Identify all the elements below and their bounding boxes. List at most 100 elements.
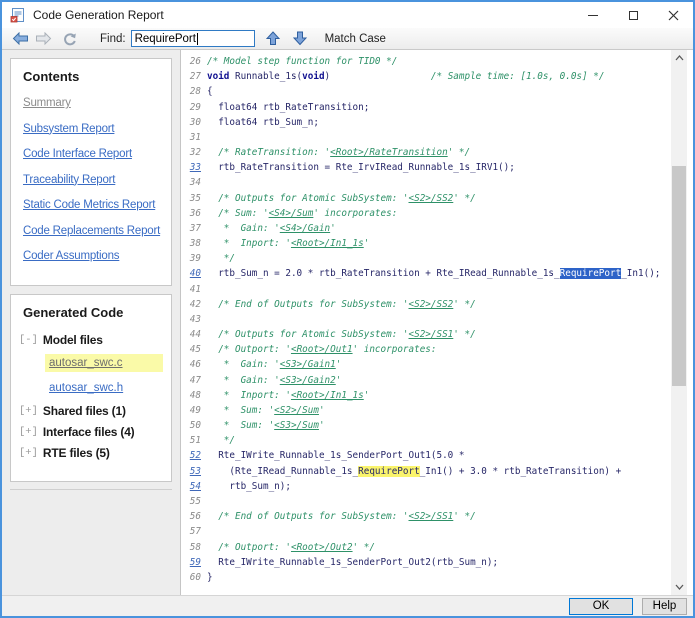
code-comment-link[interactable]: <S2>/SS2 [409,193,454,204]
code-segment: Rte_IWrite_Runnable_1s_SenderPort_Out2(r… [207,557,498,568]
code-comment-link[interactable]: <S3>/Gain1 [280,359,336,370]
code-comment-link[interactable]: <S2>/SS1 [409,511,454,522]
line-number: 34 [181,175,201,190]
code-line: 52 Rte_IWrite_Runnable_1s_SenderPort_Out… [181,448,671,463]
scrollbar-thumb[interactable] [672,166,686,386]
code-text: float64 rtb_Sum_n; [207,115,319,130]
code-comment-link[interactable]: <S3>/Gain2 [280,375,336,386]
code-comment-link[interactable]: <S3>/Sum [274,420,319,431]
code-text: } [207,570,213,585]
help-button[interactable]: Help [642,598,687,615]
code-line: 46 * Gain: '<S3>/Gain1' [181,357,671,372]
find-input[interactable]: RequirePort [131,30,255,47]
code-text: */ [207,433,235,448]
scroll-down-button[interactable] [671,579,687,595]
code-line: 50 * Sum: '<S3>/Sum' [181,418,671,433]
code-pane: 26 /* Model step function for TID0 */27vo… [180,50,693,595]
code-comment-link[interactable]: <S2>/SS2 [409,299,454,310]
code-line: 30 float64 rtb_Sum_n; [181,115,671,130]
code-text: * Gain: '<S3>/Gain1' [207,357,341,372]
find-label: Find: [100,33,126,45]
code-comment-link[interactable]: <S2>/SS1 [409,329,454,340]
line-number-link[interactable]: 59 [181,555,201,570]
code-segment: ' incorporates: [313,208,397,219]
footer-bar: OK Help [2,595,693,616]
line-number-link[interactable]: 54 [181,479,201,494]
code-comment-link[interactable]: <Root>/RateTransition [330,147,448,158]
code-comment-link[interactable]: <S4>/Sum [269,208,314,219]
scroll-up-button[interactable] [671,50,687,66]
maximize-button[interactable] [613,2,653,28]
code-comment-link[interactable]: <S4>/Gain [280,223,330,234]
vertical-scrollbar[interactable] [671,50,687,595]
collapse-icon[interactable]: [-] [19,334,38,346]
find-match-current: RequirePort [560,268,622,279]
line-number: 26 [181,54,201,69]
code-comment-link[interactable]: <Root>/In1_1s [291,238,364,249]
code-segment: ' */ [353,542,375,553]
line-number: 49 [181,403,201,418]
line-number: 35 [181,191,201,206]
code-listing: 26 /* Model step function for TID0 */27vo… [181,50,671,595]
match-case-toggle[interactable]: Match Case [325,33,386,45]
contents-link-static-code-metrics-report[interactable]: Static Code Metrics Report [23,199,171,211]
contents-link-summary[interactable]: Summary [23,97,171,109]
contents-link-subsystem-report[interactable]: Subsystem Report [23,123,171,135]
arrow-up-icon [266,31,280,46]
expand-icon[interactable]: [+] [19,426,38,438]
code-segment: (Rte_IRead_Runnable_1s_ [207,466,358,477]
code-segment: /* Outport: ' [207,542,291,553]
line-number: 39 [181,251,201,266]
code-segment: ' */ [453,299,475,310]
code-line: 32 /* RateTransition: '<Root>/RateTransi… [181,145,671,160]
scrollbar-track[interactable] [671,66,687,579]
code-segment: /* Outputs for Atomic SubSystem: ' [207,193,409,204]
main-area: Contents SummarySubsystem ReportCode Int… [2,50,693,595]
arrow-down-icon [293,31,307,46]
file-link-autosar-swc-h[interactable]: autosar_swc.h [45,379,163,397]
ok-button[interactable]: OK [569,598,633,615]
contents-link-coder-assumptions[interactable]: Coder Assumptions [23,250,171,262]
code-comment-link[interactable]: <Root>/Out2 [291,542,353,553]
line-number: 30 [181,115,201,130]
back-button[interactable] [10,29,30,49]
expand-icon[interactable]: [+] [19,447,38,459]
expand-icon[interactable]: [+] [19,405,38,417]
code-segment: */ [207,435,235,446]
code-text: /* Outputs for Atomic SubSystem: '<S2>/S… [207,327,476,342]
file-link-autosar-swc-c[interactable]: autosar_swc.c [45,354,163,372]
code-text: * Inport: '<Root>/In1_1s' [207,388,369,403]
code-segment: ' */ [453,329,475,340]
tree-group: [-]Model files [19,333,171,347]
line-number-link[interactable]: 33 [181,160,201,175]
forward-button[interactable] [33,29,53,49]
line-number-link[interactable]: 53 [181,464,201,479]
find-input-value: RequirePort [135,33,196,45]
code-line: 33 rtb_RateTransition = Rte_IrvIRead_Run… [181,160,671,175]
code-text: * Sum: '<S2>/Sum' [207,403,325,418]
code-segment: * Gain: ' [207,359,280,370]
line-number-link[interactable]: 40 [181,266,201,281]
code-comment-link[interactable]: <Root>/In1_1s [291,390,364,401]
code-comment-link[interactable]: <S2>/Sum [274,405,319,416]
line-number: 32 [181,145,201,160]
code-line: 47 * Gain: '<S3>/Gain2' [181,373,671,388]
code-line: 41 [181,282,671,297]
code-segment: Runnable_1s( [229,71,302,82]
code-segment: /* Sum: ' [207,208,269,219]
minimize-button[interactable] [573,2,613,28]
line-number: 55 [181,494,201,509]
line-number-link[interactable]: 52 [181,448,201,463]
contents-link-code-interface-report[interactable]: Code Interface Report [23,148,171,160]
contents-link-traceability-report[interactable]: Traceability Report [23,174,171,186]
find-next-button[interactable] [290,29,310,49]
find-previous-button[interactable] [263,29,283,49]
refresh-button[interactable] [59,29,79,49]
code-segment: ' [336,359,342,370]
contents-link-code-replacements-report[interactable]: Code Replacements Report [23,225,171,237]
code-line: 27void Runnable_1s(void) /* Sample time:… [181,69,671,84]
code-segment: ' [364,390,370,401]
close-button[interactable] [653,2,693,28]
code-text: /* Model step function for TID0 */ [207,54,397,69]
code-comment-link[interactable]: <Root>/Out1 [291,344,353,355]
